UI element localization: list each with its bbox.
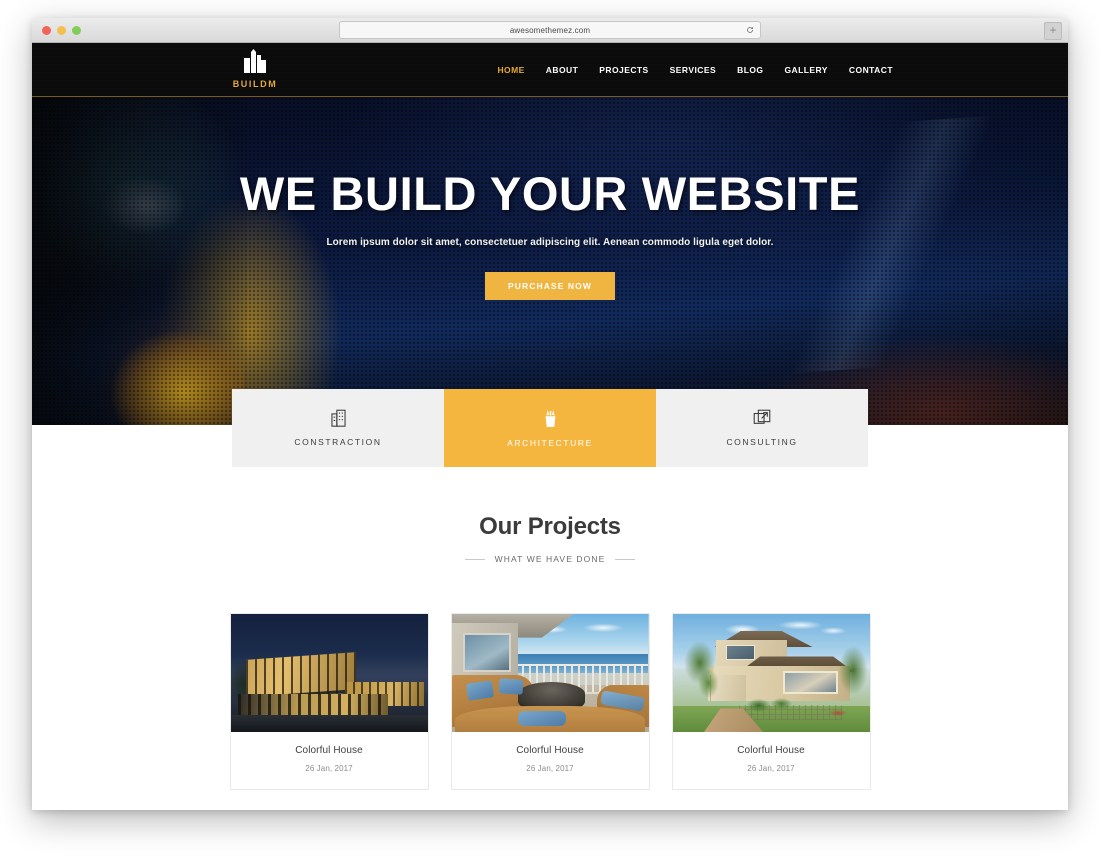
close-window-button[interactable] [42,25,51,35]
nav-item-about[interactable]: ABOUT [546,65,578,75]
service-tab-label: ARCHITECTURE [507,437,593,448]
service-tab-architecture[interactable]: ARCHITECTURE [444,389,656,467]
nav-item-services[interactable]: SERVICES [670,65,716,75]
service-tab-label: CONSULTING [726,437,798,447]
hero-subtitle: Lorem ipsum dolor sit amet, consectetuer… [326,237,774,248]
service-tab-constraction[interactable]: CONSTRACTION [232,389,444,467]
project-date: 26 Jan, 2017 [526,764,574,773]
maximize-window-button[interactable] [72,25,81,35]
nav-item-home[interactable]: HOME [497,65,524,75]
hero-content: WE BUILD YOUR WEBSITE Lorem ipsum dolor … [32,97,1068,426]
purchase-now-button[interactable]: PURCHASE NOW [484,272,616,300]
window-controls[interactable] [42,25,81,35]
project-card[interactable]: Colorful House 26 Jan, 2017 [229,613,429,790]
office-building-icon [330,409,347,427]
service-tabs: CONSTRACTION ARCHITECTURE CONSULTING [232,389,868,467]
project-thumbnail-modern-building[interactable] [230,614,428,732]
nav-item-projects[interactable]: PROJECTS [599,65,648,75]
project-grid: Colorful House 26 Jan, 2017 Colorful Hou… [32,613,1068,790]
brand-name: BUILDM [232,79,278,89]
section-subtitle-wrap: WHAT WE HAVE DONE [32,554,1068,564]
browser-window: awesomethemez.com + BUILDM HOME ABOUT PR… [32,18,1068,810]
project-card-body: Colorful House 26 Jan, 2017 [231,732,428,789]
project-date: 26 Jan, 2017 [747,764,795,773]
nav-item-blog[interactable]: BLOG [737,65,763,75]
page-title: Our Projects [479,513,621,540]
service-tab-label: CONSTRACTION [294,437,382,447]
new-tab-button[interactable]: + [1044,22,1062,40]
project-name: Colorful House [737,745,805,756]
minimize-window-button[interactable] [57,25,66,35]
nav-item-contact[interactable]: CONTACT [849,65,893,75]
project-name: Colorful House [295,745,363,756]
reload-icon[interactable] [746,26,754,34]
screenshot-root: awesomethemez.com + BUILDM HOME ABOUT PR… [0,0,1100,860]
brand-logo[interactable]: BUILDM [232,49,278,89]
browser-chrome: awesomethemez.com + [32,18,1068,43]
project-thumbnail-deck-lounge[interactable] [451,614,649,732]
hero-title: WE BUILD YOUR WEBSITE [239,167,861,220]
rule-left [464,558,485,560]
project-card-body: Colorful House 26 Jan, 2017 [452,732,649,789]
section-subtitle: WHAT WE HAVE DONE [494,554,606,564]
building-logo-icon [232,49,278,78]
pencil-cup-icon [542,409,559,428]
projects-section: Our Projects WHAT WE HAVE DONE Colorful … [32,425,1068,790]
section-heading: Our Projects WHAT WE HAVE DONE [32,513,1068,564]
project-thumbnail-suburban-house[interactable] [672,614,870,732]
address-bar[interactable]: awesomethemez.com [339,21,761,39]
site-header: BUILDM HOME ABOUT PROJECTS SERVICES BLOG… [32,43,1068,97]
nav-item-gallery[interactable]: GALLERY [784,65,827,75]
url-text: awesomethemez.com [509,25,591,35]
project-card-body: Colorful House 26 Jan, 2017 [673,732,870,789]
site-viewport: BUILDM HOME ABOUT PROJECTS SERVICES BLOG… [32,43,1068,810]
main-navigation: HOME ABOUT PROJECTS SERVICES BLOG GALLER… [497,43,893,96]
hero-banner: WE BUILD YOUR WEBSITE Lorem ipsum dolor … [32,97,1068,426]
project-date: 26 Jan, 2017 [305,764,353,773]
service-tab-consulting[interactable]: CONSULTING [656,389,868,467]
project-name: Colorful House [516,745,584,756]
external-link-icon [753,409,771,427]
project-card[interactable]: Colorful House 26 Jan, 2017 [450,613,650,790]
project-card[interactable]: Colorful House 26 Jan, 2017 [671,613,871,790]
rule-right [615,558,636,560]
